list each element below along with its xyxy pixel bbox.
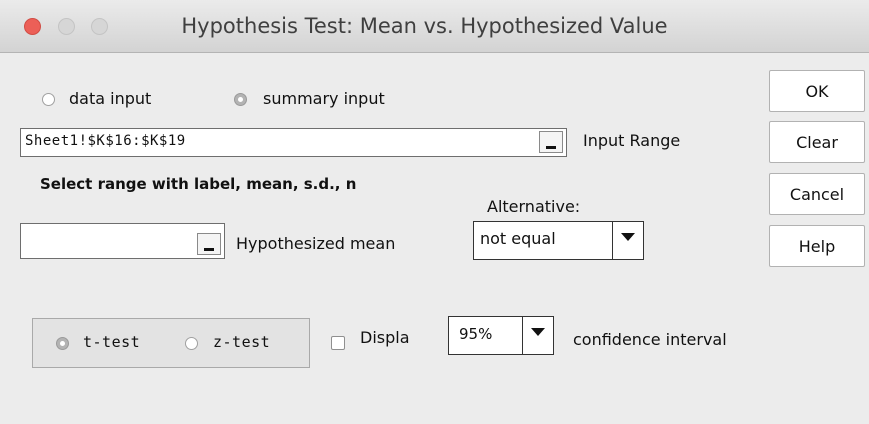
t-test-label: t-test — [83, 333, 141, 351]
confidence-selected: 95% — [459, 325, 493, 343]
chevron-down-icon[interactable] — [522, 317, 553, 354]
data-input-label: data input — [69, 89, 152, 108]
test-type-group: t-test z-test — [32, 318, 310, 368]
hypothesized-mean-field[interactable] — [20, 223, 225, 259]
t-test-radio[interactable] — [56, 337, 69, 350]
summary-input-label: summary input — [263, 89, 385, 108]
cancel-button[interactable]: Cancel — [769, 173, 865, 215]
confidence-dropdown[interactable]: 95% — [448, 316, 554, 355]
title-bar: Hypothesis Test: Mean vs. Hypothesized V… — [0, 0, 869, 53]
hypothesized-mean-browse-button[interactable] — [197, 233, 221, 255]
summary-input-radio[interactable] — [234, 93, 247, 106]
input-range-value: Sheet1!$K$16:$K$19 — [25, 133, 186, 149]
hypothesized-mean-label: Hypothesized mean — [236, 234, 396, 253]
input-range-browse-button[interactable] — [539, 131, 563, 153]
ok-button[interactable]: OK — [769, 70, 865, 112]
alternative-label: Alternative: — [487, 197, 581, 216]
clear-button[interactable]: Clear — [769, 121, 865, 163]
help-button[interactable]: Help — [769, 225, 865, 267]
z-test-radio[interactable] — [185, 337, 198, 350]
alternative-selected: not equal — [480, 229, 556, 248]
input-range-hint: Select range with label, mean, s.d., n — [40, 175, 357, 193]
input-range-label: Input Range — [583, 131, 681, 150]
display-label: Displa — [360, 328, 410, 347]
z-test-label: z-test — [213, 333, 271, 351]
data-input-radio[interactable] — [42, 93, 55, 106]
display-checkbox[interactable] — [331, 336, 345, 350]
chevron-down-icon[interactable] — [612, 222, 643, 259]
input-range-field[interactable]: Sheet1!$K$16:$K$19 — [20, 128, 567, 157]
window-title: Hypothesis Test: Mean vs. Hypothesized V… — [181, 14, 668, 38]
confidence-interval-label: confidence interval — [573, 330, 727, 349]
alternative-dropdown[interactable]: not equal — [473, 221, 644, 260]
